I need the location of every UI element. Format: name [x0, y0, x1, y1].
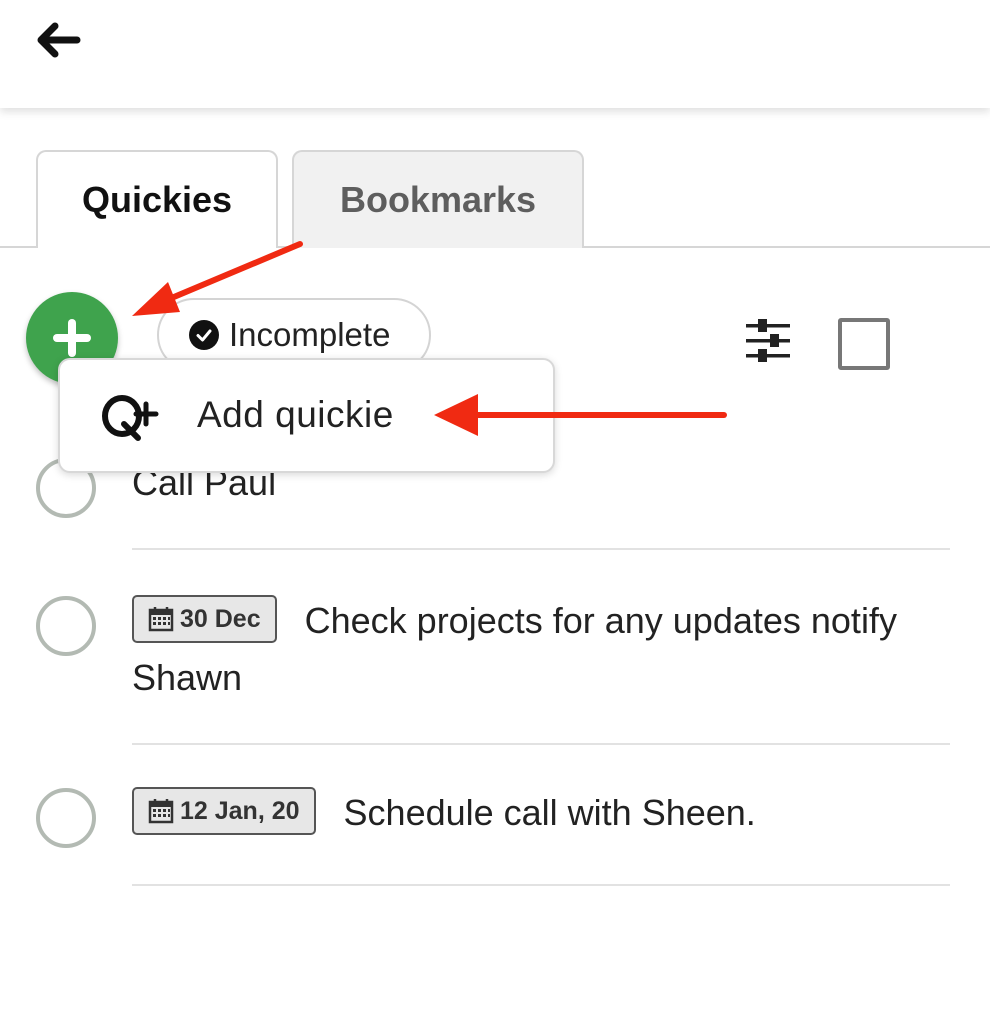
due-date-badge: 30 Dec	[132, 595, 277, 644]
check-circle-icon	[189, 320, 219, 350]
tab-bookmarks-label: Bookmarks	[339, 179, 537, 220]
task-divider	[132, 548, 950, 550]
due-date-text: 30 Dec	[180, 604, 261, 633]
calendar-icon	[148, 607, 174, 632]
arrow-left-icon	[37, 22, 81, 58]
calendar-icon	[148, 799, 174, 824]
due-date-badge: 12 Jan, 20	[132, 787, 316, 836]
tab-bookmarks[interactable]: Bookmarks	[292, 150, 584, 248]
task-complete-toggle[interactable]	[36, 788, 96, 848]
checkbox-icon[interactable]	[838, 318, 890, 370]
due-date-text: 12 Jan, 20	[180, 796, 300, 825]
task-title[interactable]: 30 Dec Check projects for any updates no…	[132, 592, 932, 706]
sliders-icon	[746, 319, 790, 362]
add-quickie-label: Add quickie	[197, 394, 394, 435]
add-quickie-menu-item[interactable]: Add quickie	[58, 358, 555, 473]
plus-icon	[53, 319, 91, 357]
tab-quickies[interactable]: Quickies	[36, 150, 278, 250]
q-plus-icon	[102, 395, 159, 441]
task-title[interactable]: 12 Jan, 20 Schedule call with Sheen.	[132, 784, 932, 841]
tab-quickies-label: Quickies	[81, 179, 233, 220]
task-title-text: Schedule call with Sheen.	[343, 792, 756, 833]
sliders-button[interactable]	[742, 316, 794, 366]
back-button[interactable]	[30, 18, 86, 62]
filter-label: Incomplete	[229, 316, 391, 353]
app-header	[0, 0, 990, 108]
task-divider	[132, 884, 950, 886]
task-complete-toggle[interactable]	[36, 596, 96, 656]
task-divider	[132, 743, 950, 745]
